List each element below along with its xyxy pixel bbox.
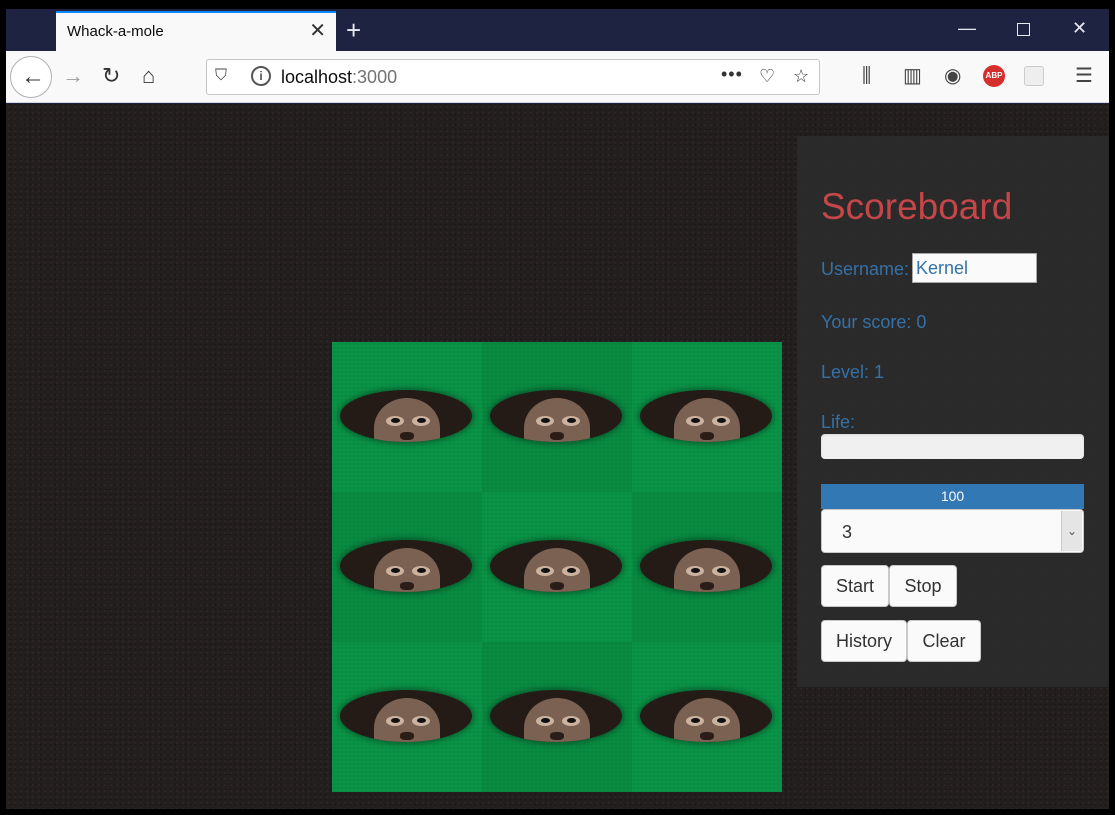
library-icon[interactable]: ⫼ [862,64,871,88]
mole-hole[interactable] [490,690,622,742]
board-cell[interactable] [482,342,632,492]
forward-icon[interactable]: → [62,64,84,88]
board-cell[interactable] [482,492,632,642]
page-actions-icon[interactable]: ••• [721,64,743,85]
board-cell[interactable] [632,342,782,492]
username-input[interactable] [912,253,1037,283]
extension-icon[interactable] [1024,66,1044,86]
url-port: :3000 [352,67,398,87]
browser-window: Whack-a-mole ✕ + — ✕ ← → ↻ ⌂ ⛉ i localho… [0,0,1115,815]
tab-whack-a-mole[interactable]: Whack-a-mole ✕ [56,11,336,51]
mole[interactable] [674,398,740,442]
username-label: Username: [821,259,910,279]
page-content: Scoreboard Username: Your score: 0 Level… [6,104,1109,809]
board-cell[interactable] [632,642,782,792]
progress-bar: 100 [821,484,1084,509]
board-cell[interactable] [632,492,782,642]
new-tab-icon[interactable]: + [346,17,361,43]
url-host: localhost [281,67,353,87]
board-cell[interactable] [332,342,482,492]
start-button[interactable]: Start [821,565,889,607]
close-window-icon[interactable]: ✕ [1072,19,1087,37]
menu-icon[interactable]: ☰ [1075,64,1093,88]
board-cell[interactable] [482,642,632,792]
mole-hole[interactable] [340,540,472,592]
scoreboard-title: Scoreboard [821,186,1013,227]
home-icon[interactable]: ⌂ [142,64,155,88]
close-tab-icon[interactable]: ✕ [309,21,326,41]
mole[interactable] [674,698,740,742]
history-button[interactable]: History [821,620,907,662]
life-label: Life: [821,412,856,432]
sidebar-icon[interactable]: ▥ [903,64,922,88]
mole-hole[interactable] [640,540,772,592]
mole-hole[interactable] [640,690,772,742]
minimize-icon[interactable]: — [958,19,976,37]
clear-button[interactable]: Clear [907,620,981,662]
mole[interactable] [374,698,440,742]
mole-hole[interactable] [490,390,622,442]
mole[interactable] [524,698,590,742]
browser-frame: Whack-a-mole ✕ + — ✕ ← → ↻ ⌂ ⛉ i localho… [6,9,1109,809]
account-icon[interactable]: ◉ [944,64,961,88]
game-board [332,342,782,792]
scoreboard-panel: Scoreboard Username: Your score: 0 Level… [797,136,1109,687]
tab-title: Whack-a-mole [67,23,164,40]
bookmark-star-icon[interactable]: ☆ [793,66,809,87]
level-select-value: 3 [842,522,853,542]
site-info-icon[interactable]: i [251,66,271,86]
mole-hole[interactable] [340,390,472,442]
mole-hole[interactable] [490,540,622,592]
pocket-icon[interactable]: ♡ [759,66,775,87]
board-cell[interactable] [332,492,482,642]
board-cell[interactable] [332,642,482,792]
url-bar[interactable]: ⛉ i localhost:3000 ••• ♡ ☆ [206,59,820,95]
mole-hole[interactable] [340,690,472,742]
progress-fill: 100 [821,484,1084,509]
shield-icon[interactable]: ⛉ [215,67,227,85]
mole-hole[interactable] [640,390,772,442]
level-label: Level: 1 [821,362,885,382]
back-button[interactable]: ← [10,56,52,98]
mole[interactable] [374,548,440,592]
url-text[interactable]: localhost:3000 [281,67,397,88]
back-arrow-icon: ← [21,63,45,90]
mole[interactable] [524,548,590,592]
mole[interactable] [674,548,740,592]
chevron-down-icon[interactable]: ⌄ [1061,511,1082,551]
tab-strip: Whack-a-mole ✕ + — ✕ [6,9,1109,51]
level-select[interactable]: 3 ⌄ [821,509,1084,553]
maximize-icon[interactable] [1017,23,1030,36]
adblock-icon[interactable]: ABP [983,65,1005,87]
stop-button[interactable]: Stop [889,565,957,607]
life-bar [821,434,1084,459]
nav-bar: ← → ↻ ⌂ ⛉ i localhost:3000 ••• ♡ ☆ ⫼ ▥ ◉… [6,51,1109,103]
mole[interactable] [524,398,590,442]
reload-icon[interactable]: ↻ [102,64,120,88]
score-label: Your score: 0 [821,312,927,332]
mole[interactable] [374,398,440,442]
